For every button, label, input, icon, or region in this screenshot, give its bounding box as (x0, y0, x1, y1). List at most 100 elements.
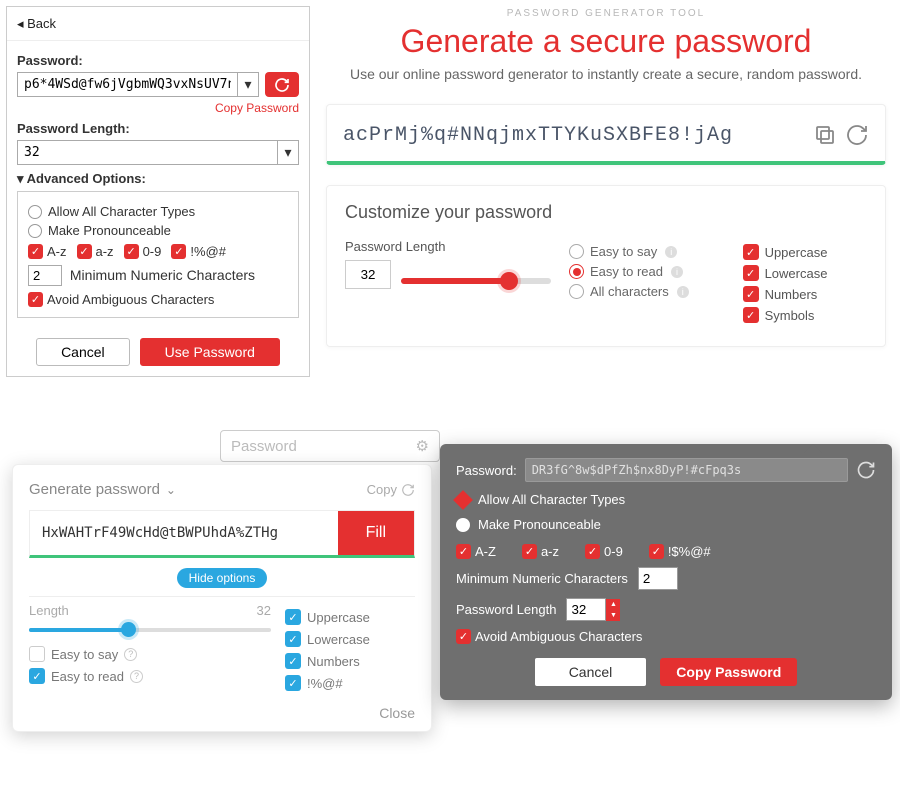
checkbox-symbols[interactable]: ✓Symbols (743, 307, 867, 323)
checkbox-lowercase[interactable]: ✓a-z (522, 544, 559, 559)
chevron-down-icon: ▾ (284, 144, 291, 161)
check-icon: ✓ (28, 292, 43, 307)
regenerate-button[interactable] (265, 72, 299, 97)
password-generator-panel-b: PASSWORD GENERATOR TOOL Generate a secur… (320, 2, 892, 347)
generated-password-text: acPrMj%q#NNqjmxTTYKuSXBFE8!jAg (343, 124, 805, 147)
password-generator-panel-a: ◂ Back Password: ▾ Copy Password Passwor… (6, 6, 310, 377)
length-stepper[interactable]: ▲▼ (566, 598, 620, 621)
radio-all-chars[interactable]: All charactersi (569, 284, 725, 299)
checkbox-avoid-ambiguous[interactable]: ✓Avoid Ambiguous Characters (28, 292, 288, 307)
check-icon: ✓ (285, 609, 301, 625)
checkbox-symbols[interactable]: ✓!%@# (285, 675, 415, 691)
copy-password-link[interactable]: Copy Password (17, 101, 299, 115)
checkbox-easy-read[interactable]: ✓Easy to read? (29, 668, 271, 684)
checkbox-numbers[interactable]: ✓0-9 (585, 544, 623, 559)
checkbox-lowercase[interactable]: ✓Lowercase (285, 631, 415, 647)
radio-allow-all[interactable]: Allow All Character Types (28, 204, 288, 219)
min-numeric-input[interactable] (638, 567, 678, 590)
checkbox-symbols[interactable]: ✓!$%@# (649, 544, 711, 559)
help-icon[interactable]: ? (130, 670, 143, 683)
checkbox-symbols[interactable]: ✓!%@# (171, 244, 226, 259)
hide-options-toggle[interactable]: Hide options (177, 568, 268, 588)
check-icon: ✓ (649, 544, 664, 559)
length-slider[interactable] (401, 278, 551, 284)
length-input[interactable] (345, 260, 391, 289)
copy-password-button[interactable]: Copy Password (660, 658, 797, 686)
checkbox-easy-say[interactable]: ✓Easy to say? (29, 646, 271, 662)
length-label: Length (29, 603, 69, 618)
back-button[interactable]: ◂ Back (17, 16, 56, 31)
generate-password-popup: Generate password ⌄ Copy HxWAHTrF49WcHd@… (12, 464, 432, 732)
length-slider[interactable] (29, 628, 271, 632)
check-icon: ✓ (285, 675, 301, 691)
checkbox-numbers[interactable]: ✓Numbers (285, 653, 415, 669)
checkbox-numbers[interactable]: ✓0-9 (124, 244, 162, 259)
password-input[interactable] (17, 72, 237, 97)
page-title: Generate a secure password (320, 23, 892, 60)
checkbox-avoid-ambiguous[interactable]: ✓Avoid Ambiguous Characters (456, 629, 876, 644)
radio-pronounceable[interactable]: Make Pronounceable (28, 223, 288, 238)
checkbox-numbers[interactable]: ✓Numbers (743, 286, 867, 302)
checkbox-uppercase[interactable]: ✓A-Z (456, 544, 496, 559)
chevron-down-icon[interactable]: ⌄ (166, 483, 176, 497)
refresh-icon[interactable] (856, 460, 876, 480)
check-icon: ✓ (28, 244, 43, 259)
radio-icon (569, 264, 584, 279)
radio-allow-all[interactable]: Allow All Character Types (456, 492, 876, 507)
length-value: 32 (257, 603, 271, 618)
checkbox-lowercase[interactable]: ✓Lowercase (743, 265, 867, 281)
generated-password-box: acPrMj%q#NNqjmxTTYKuSXBFE8!jAg (326, 104, 886, 165)
check-icon: ✓ (171, 244, 186, 259)
password-generator-dark-popup: Password: DR3fG^8w$dPfZh$nx8DyP!#cFpq3s … (440, 444, 892, 700)
info-icon[interactable]: i (671, 266, 683, 278)
check-icon: ✓ (456, 629, 471, 644)
password-field-label: Password: (17, 53, 299, 68)
length-field-label: Password Length: (17, 121, 299, 136)
length-label: Password Length (456, 602, 556, 617)
check-icon: ✓ (743, 265, 759, 281)
radio-icon (569, 284, 584, 299)
info-icon[interactable]: i (677, 286, 689, 298)
refresh-icon[interactable] (401, 483, 415, 497)
radio-icon (28, 205, 42, 219)
checkbox-uppercase[interactable]: ✓A-z (28, 244, 67, 259)
cancel-button[interactable]: Cancel (36, 338, 130, 366)
info-icon[interactable]: i (665, 246, 677, 258)
stepper-down-icon[interactable]: ▼ (606, 610, 620, 621)
radio-easy-read[interactable]: Easy to readi (569, 264, 725, 279)
length-input[interactable] (566, 598, 606, 621)
radio-pronounceable[interactable]: Make Pronounceable (456, 517, 876, 532)
advanced-options-header[interactable]: ▾ Advanced Options: (17, 171, 299, 187)
help-icon[interactable]: ? (124, 648, 137, 661)
copy-button[interactable]: Copy (367, 482, 415, 497)
close-button[interactable]: Close (29, 705, 415, 721)
password-label: Password: (456, 463, 517, 478)
checkbox-uppercase[interactable]: ✓Uppercase (743, 244, 867, 260)
radio-icon (28, 224, 42, 238)
radio-easy-say[interactable]: Easy to sayi (569, 244, 725, 259)
check-icon: ✓ (124, 244, 139, 259)
checkbox-uppercase[interactable]: ✓Uppercase (285, 609, 415, 625)
gear-icon[interactable]: ⚙ (416, 437, 429, 455)
page-tagline: PASSWORD GENERATOR TOOL (320, 8, 892, 19)
password-field[interactable]: Password ⚙ (220, 430, 440, 462)
fill-button[interactable]: Fill (338, 511, 414, 555)
refresh-icon[interactable] (845, 123, 869, 147)
check-icon: ✓ (585, 544, 600, 559)
cancel-button[interactable]: Cancel (535, 658, 647, 686)
password-placeholder: Password (231, 438, 297, 455)
customize-panel: Customize your password Password Length … (326, 185, 886, 347)
radio-selected-icon (453, 490, 473, 510)
radio-icon (569, 244, 584, 259)
generated-password-text: HxWAHTrF49WcHd@tBWPUhdA%ZTHg (30, 511, 338, 555)
check-icon: ✓ (285, 653, 301, 669)
use-password-button[interactable]: Use Password (140, 338, 280, 366)
password-display[interactable]: DR3fG^8w$dPfZh$nx8DyP!#cFpq3s (525, 458, 848, 482)
min-numeric-input[interactable] (28, 265, 62, 286)
copy-icon[interactable] (813, 123, 837, 147)
checkbox-lowercase[interactable]: ✓a-z (77, 244, 114, 259)
password-dropdown[interactable]: ▾ (237, 72, 259, 97)
length-dropdown[interactable]: ▾ (277, 140, 299, 165)
stepper-up-icon[interactable]: ▲ (606, 599, 620, 610)
length-input[interactable] (17, 140, 277, 165)
